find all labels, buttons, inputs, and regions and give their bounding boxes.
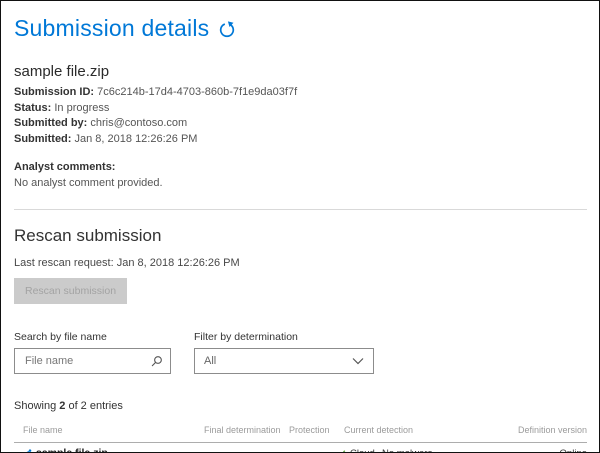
- shown-count: 2: [59, 400, 65, 412]
- filter-control: Filter by determination All: [194, 331, 374, 374]
- status-row: Status: In progress: [14, 101, 587, 117]
- analyst-comments-value: No analyst comment provided.: [14, 177, 163, 189]
- file-icon: [23, 449, 32, 453]
- page-header: Submission details: [14, 15, 587, 42]
- filter-controls: Search by file name Filter by determinat…: [14, 331, 587, 374]
- analyst-comments-label: Analyst comments:: [14, 161, 115, 173]
- section-divider: [14, 209, 587, 210]
- current-detection-cell: No malware detected No malware detected: [344, 447, 467, 453]
- chevron-down-icon: [352, 357, 364, 365]
- col-current-detection: Current detection: [344, 425, 467, 435]
- search-label: Search by file name: [14, 331, 171, 343]
- submitted-by-row: Submitted by: chris@contoso.com: [14, 116, 587, 132]
- search-input[interactable]: [23, 354, 150, 368]
- version-cloud: Online: [467, 447, 587, 453]
- filter-label: Filter by determination: [194, 331, 374, 343]
- search-control: Search by file name: [14, 331, 171, 374]
- submitted-file-name: sample file.zip: [14, 63, 587, 80]
- submitted-date-row: Submitted: Jan 8, 2018 12:26:26 PM: [14, 132, 587, 148]
- filter-selected-value: All: [204, 355, 216, 367]
- last-rescan-label: Last rescan request:: [14, 257, 114, 269]
- search-icon[interactable]: [150, 355, 163, 368]
- submission-summary: Submission ID: 7c6c214b-17d4-4703-860b-7…: [14, 85, 587, 147]
- col-file-name: File name: [14, 425, 204, 435]
- submission-details-page: Submission details sample file.zip Submi…: [0, 0, 600, 453]
- results-table: File name Final determination Protection…: [14, 421, 587, 453]
- results-count: Showing 2 of 2 entries: [14, 400, 587, 412]
- rescan-heading: Rescan submission: [14, 226, 587, 246]
- definition-version-cell: Online 1.259.1345.0: [467, 447, 587, 453]
- protection-cell: Cloud Client: [289, 447, 344, 453]
- filter-determination-select[interactable]: All: [194, 348, 374, 374]
- last-rescan-request: Last rescan request: Jan 8, 2018 12:26:2…: [14, 257, 587, 269]
- last-rescan-value: Jan 8, 2018 12:26:26 PM: [117, 257, 240, 269]
- analyst-comments-block: Analyst comments: No analyst comment pro…: [14, 160, 587, 191]
- col-protection: Protection: [289, 425, 344, 435]
- col-definition-version: Definition version: [467, 425, 587, 435]
- search-input-box: [14, 348, 171, 374]
- submission-id-row: Submission ID: 7c6c214b-17d4-4703-860b-7…: [14, 85, 587, 101]
- table-header: File name Final determination Protection…: [14, 421, 587, 443]
- table-row[interactable]: sample file.zip / Pending Cloud Client: [14, 443, 587, 453]
- file-cell: sample file.zip /: [14, 447, 204, 453]
- page-title: Submission details: [14, 15, 209, 42]
- col-final-determination: Final determination: [204, 425, 289, 435]
- refresh-icon[interactable]: [218, 21, 236, 39]
- file-name[interactable]: sample file.zip: [36, 447, 108, 453]
- rescan-submission-button[interactable]: Rescan submission: [14, 278, 127, 304]
- detection-cloud: No malware detected: [382, 447, 467, 453]
